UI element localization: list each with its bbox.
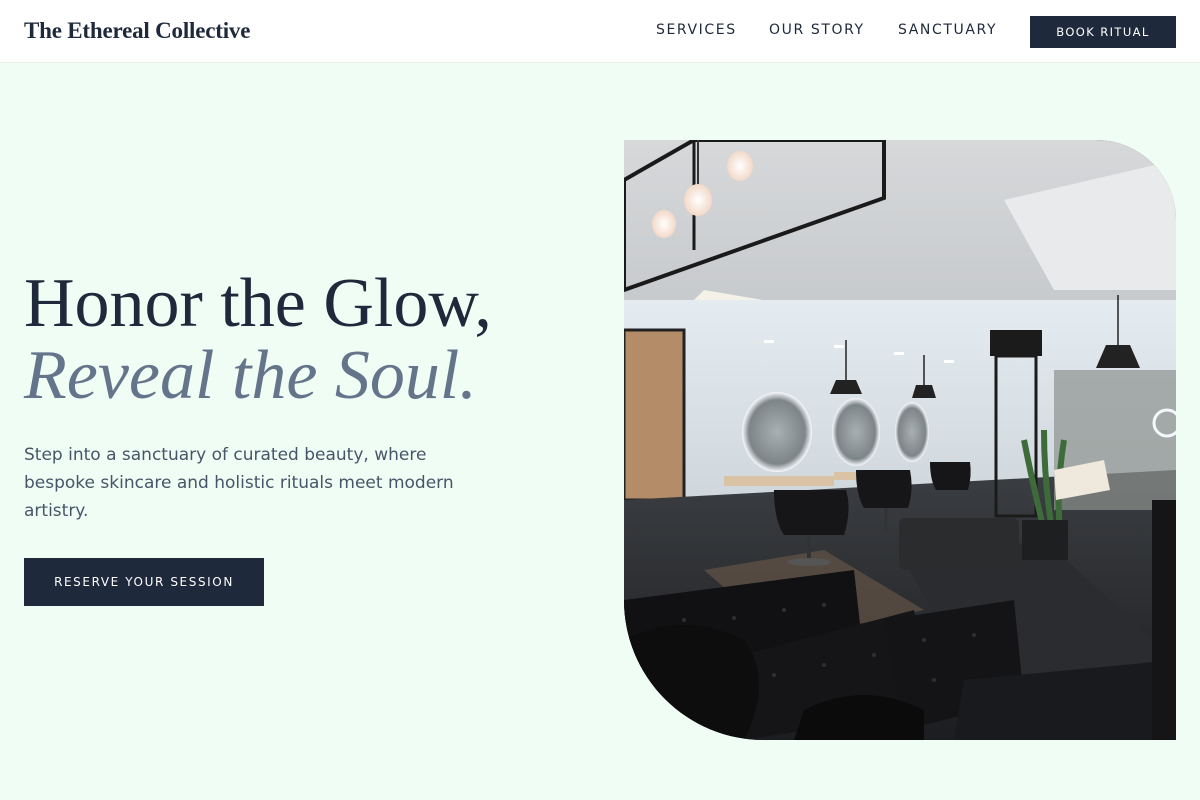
hero-description: Step into a sanctuary of curated beauty,…	[24, 445, 454, 521]
brand-logo[interactable]: The Ethereal Collective	[24, 18, 250, 44]
nav-link-services[interactable]: SERVICES	[656, 22, 737, 38]
salon-interior-illustration	[624, 140, 1176, 740]
hero-title-italic: Reveal the Soul.	[24, 337, 477, 414]
hero-image	[624, 140, 1176, 740]
nav-link-sanctuary[interactable]: SANCTUARY	[898, 22, 997, 38]
book-ritual-button[interactable]: BOOK RITUAL	[1030, 16, 1176, 48]
top-nav: The Ethereal Collective SERVICES OUR STO…	[0, 0, 1200, 63]
nav-link-our-story[interactable]: OUR STORY	[769, 22, 865, 38]
hero-title: Honor the Glow,	[24, 265, 492, 342]
reserve-session-button[interactable]: RESERVE YOUR SESSION	[24, 558, 264, 606]
